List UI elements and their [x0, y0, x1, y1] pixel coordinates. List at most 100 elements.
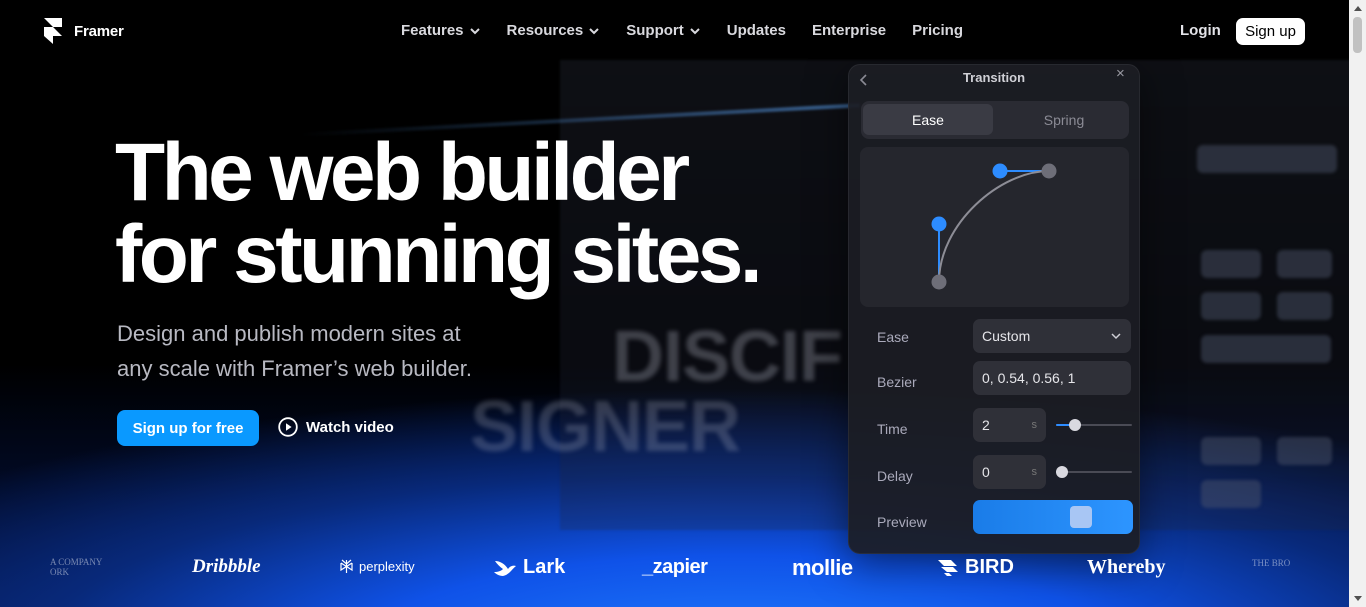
- watch-video-button[interactable]: Watch video: [278, 417, 394, 437]
- time-slider-thumb[interactable]: [1068, 419, 1081, 431]
- scroll-up-arrow-icon[interactable]: [1349, 0, 1366, 17]
- easing-curve: [938, 170, 1050, 283]
- nav-item-label: Pricing: [912, 22, 963, 39]
- bezier-row: Bezier 0, 0.54, 0.56, 1: [849, 359, 1139, 397]
- background-chip: [1277, 292, 1332, 320]
- preview-label: Preview: [877, 514, 927, 530]
- curve-end-point: [931, 274, 947, 290]
- play-circle-icon: [278, 417, 298, 437]
- logo-text: perplexity: [359, 559, 415, 574]
- nav-item-enterprise[interactable]: Enterprise: [812, 22, 886, 39]
- easing-type-tabs: Ease Spring: [861, 101, 1129, 139]
- scroll-down-arrow-icon[interactable]: [1349, 590, 1366, 607]
- background-properties-blur: [1195, 145, 1345, 565]
- chevron-down-icon: [469, 27, 480, 34]
- background-chip: [1197, 145, 1337, 173]
- brand-logo[interactable]: Framer: [44, 18, 124, 44]
- preview-track[interactable]: [973, 500, 1133, 534]
- background-chip: [1277, 437, 1332, 465]
- delay-input[interactable]: 0 s: [973, 455, 1046, 489]
- curve-control-point[interactable]: [931, 216, 947, 232]
- hero-title: The web builder for stunning sites.: [115, 132, 815, 296]
- signup-button[interactable]: Sign up: [1236, 18, 1305, 45]
- background-chip: [1201, 250, 1261, 278]
- logo-bird: BIRD: [937, 556, 1014, 579]
- curve-control-point[interactable]: [992, 163, 1008, 179]
- bezier-curve-editor[interactable]: [860, 147, 1129, 307]
- nav-item-label: Resources: [506, 22, 584, 39]
- background-chip: [1277, 250, 1332, 278]
- bezier-label: Bezier: [877, 374, 917, 390]
- nav-item-support[interactable]: Support: [626, 22, 701, 39]
- bezier-input[interactable]: 0, 0.54, 0.56, 1: [973, 361, 1131, 395]
- brand-name: Framer: [74, 22, 124, 40]
- logo-lark: Lark: [493, 556, 565, 579]
- scrollbar-thumb[interactable]: [1353, 17, 1362, 53]
- nav-item-label: Support: [626, 22, 684, 39]
- bird-icon: [938, 559, 958, 576]
- delay-slider[interactable]: [1056, 466, 1132, 478]
- panel-title: Transition: [962, 70, 1026, 85]
- nav-item-label: Updates: [726, 22, 786, 39]
- nav-item-features[interactable]: Features: [401, 22, 481, 39]
- ease-select[interactable]: Custom: [973, 319, 1131, 353]
- hero-subtitle-line: Design and publish modern sites at: [117, 321, 461, 346]
- time-slider[interactable]: [1056, 419, 1132, 431]
- time-input[interactable]: 2 s: [973, 408, 1046, 442]
- background-chip: [1201, 335, 1331, 363]
- ease-label: Ease: [877, 329, 909, 345]
- logo-perplexity: perplexity: [340, 559, 415, 574]
- page-scrollbar[interactable]: [1349, 0, 1366, 607]
- nav-item-label: Features: [401, 22, 464, 39]
- preview-block: [1069, 506, 1092, 528]
- login-link[interactable]: Login: [1180, 22, 1221, 39]
- close-icon[interactable]: ×: [1116, 65, 1125, 82]
- time-unit: s: [1031, 419, 1038, 431]
- nav-item-updates[interactable]: Updates: [727, 22, 786, 39]
- nav-item-pricing[interactable]: Pricing: [912, 22, 963, 39]
- bezier-curve-graph: [931, 163, 1057, 290]
- hero-subtitle-line: any scale with Framer’s web builder.: [117, 356, 473, 381]
- tab-spring[interactable]: Spring: [1004, 104, 1124, 135]
- chevron-down-icon: [1111, 333, 1121, 340]
- delay-slider-thumb[interactable]: [1056, 466, 1068, 478]
- ease-select-value: Custom: [982, 328, 1031, 344]
- logo-zapier: _zapier: [642, 556, 708, 578]
- nav-item-resources[interactable]: Resources: [507, 22, 601, 39]
- perplexity-icon: [340, 559, 353, 573]
- watch-video-label: Watch video: [306, 418, 394, 436]
- time-row: Time 2 s: [849, 406, 1139, 444]
- time-label: Time: [877, 421, 908, 437]
- logo-mollie: mollie: [792, 555, 853, 580]
- logo-text: A COMPANY: [50, 557, 103, 567]
- hero-subtitle: Design and publish modern sites at any s…: [117, 316, 537, 386]
- logo-dribbble: Dribbble: [192, 556, 261, 577]
- delay-row: Delay 0 s: [849, 453, 1139, 491]
- top-nav: Framer Features Resources Support Update…: [0, 0, 1349, 62]
- framer-logo-icon: [44, 18, 62, 44]
- chevron-down-icon: [589, 27, 599, 34]
- panel-header: Transition ×: [849, 65, 1139, 93]
- time-value: 2: [982, 417, 990, 433]
- hero-title-line: for stunning sites.: [115, 209, 763, 300]
- logo-faded-right: THE BRO: [1252, 558, 1291, 568]
- logo-text: ORK: [50, 567, 70, 577]
- delay-unit: s: [1031, 466, 1038, 478]
- preview-row: Preview: [849, 500, 1139, 538]
- tab-ease[interactable]: Ease: [863, 104, 993, 135]
- nav-item-label: Enterprise: [811, 22, 887, 39]
- lark-bird-icon: [494, 560, 516, 576]
- chevron-down-icon: [690, 27, 700, 34]
- background-chip: [1201, 480, 1261, 508]
- logo-whereby: Whereby: [1087, 556, 1166, 578]
- transition-panel: Transition × Ease Spring Ease Custom Bez…: [848, 64, 1140, 554]
- signup-free-button[interactable]: Sign up for free: [117, 410, 259, 446]
- delay-label: Delay: [877, 468, 913, 484]
- background-chip: [1201, 292, 1261, 320]
- ease-row: Ease Custom: [849, 317, 1139, 355]
- customer-logos: A COMPANY ORK Dribbble perplexity Lark _…: [0, 548, 1349, 588]
- curve-end-point: [1041, 163, 1057, 179]
- hero-title-line: The web builder: [115, 127, 690, 218]
- background-chip: [1201, 437, 1261, 465]
- logo-text: Lark: [523, 556, 566, 578]
